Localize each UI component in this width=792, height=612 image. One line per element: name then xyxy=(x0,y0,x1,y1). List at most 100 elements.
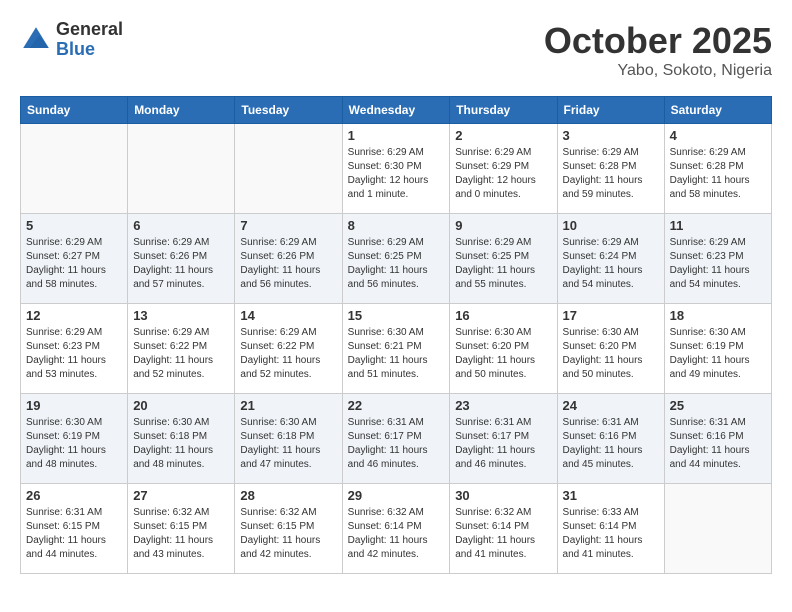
calendar-day-cell: 11 Sunrise: 6:29 AM Sunset: 6:23 PM Dayli… xyxy=(664,214,771,304)
calendar-week-row: 26Sunrise: 6:31 AM Sunset: 6:15 PM Dayli… xyxy=(21,484,772,574)
day-number: 1 xyxy=(348,128,445,143)
day-info: Sunrise: 6:29 AM Sunset: 6:27 PM Dayligh… xyxy=(26,236,122,292)
day-number: 22 xyxy=(348,398,445,413)
day-number: 17 xyxy=(563,308,659,323)
day-info: Sunrise: 6:31 AM Sunset: 6:17 PM Dayligh… xyxy=(455,416,551,472)
day-info: Sunrise: 6:29 AM Sunset: 6:25 PM Dayligh… xyxy=(455,236,551,292)
day-info: Sunrise: 6:29 AM Sunset: 6:29 PM Dayligh… xyxy=(455,146,551,202)
calendar-day-cell: 31 Sunrise: 6:33 AM Sunset: 6:14 PM Dayli… xyxy=(557,484,664,574)
day-number: 20 xyxy=(133,398,229,413)
calendar-day-cell: 5 Sunrise: 6:29 AM Sunset: 6:27 PM Daylig… xyxy=(21,214,128,304)
day-number: 21 xyxy=(240,398,336,413)
calendar-day-cell: 10 Sunrise: 6:29 AM Sunset: 6:24 PM Dayli… xyxy=(557,214,664,304)
day-info: Sunrise: 6:30 AM Sunset: 6:18 PM Dayligh… xyxy=(240,416,336,472)
day-number: 23 xyxy=(455,398,551,413)
weekday-header: Friday xyxy=(557,97,664,124)
weekday-header: Tuesday xyxy=(235,97,342,124)
calendar-day-cell: 6Sunrise: 6:29 AM Sunset: 6:26 PM Daylig… xyxy=(128,214,235,304)
calendar-day-cell: 19 Sunrise: 6:30 AM Sunset: 6:19 PM Dayli… xyxy=(21,394,128,484)
weekday-header: Sunday xyxy=(21,97,128,124)
calendar-day-cell: 14Sunrise: 6:29 AM Sunset: 6:22 PM Dayli… xyxy=(235,304,342,394)
weekday-header: Saturday xyxy=(664,97,771,124)
day-number: 30 xyxy=(455,488,551,503)
day-number: 16 xyxy=(455,308,551,323)
logo-text: General Blue xyxy=(56,20,123,60)
day-info: Sunrise: 6:30 AM Sunset: 6:20 PM Dayligh… xyxy=(563,326,659,382)
day-number: 2 xyxy=(455,128,551,143)
day-info: Sunrise: 6:29 AM Sunset: 6:24 PM Dayligh… xyxy=(563,236,659,292)
calendar-day-cell: 8Sunrise: 6:29 AM Sunset: 6:25 PM Daylig… xyxy=(342,214,450,304)
calendar-day-cell: 27Sunrise: 6:32 AM Sunset: 6:15 PM Dayli… xyxy=(128,484,235,574)
day-info: Sunrise: 6:31 AM Sunset: 6:17 PM Dayligh… xyxy=(348,416,445,472)
calendar-day-cell: 3 Sunrise: 6:29 AM Sunset: 6:28 PM Daylig… xyxy=(557,124,664,214)
calendar-day-cell xyxy=(664,484,771,574)
day-number: 24 xyxy=(563,398,659,413)
calendar-day-cell: 26Sunrise: 6:31 AM Sunset: 6:15 PM Dayli… xyxy=(21,484,128,574)
day-info: Sunrise: 6:31 AM Sunset: 6:16 PM Dayligh… xyxy=(563,416,659,472)
calendar-day-cell: 18Sunrise: 6:30 AM Sunset: 6:19 PM Dayli… xyxy=(664,304,771,394)
day-info: Sunrise: 6:30 AM Sunset: 6:21 PM Dayligh… xyxy=(348,326,445,382)
day-info: Sunrise: 6:29 AM Sunset: 6:26 PM Dayligh… xyxy=(133,236,229,292)
month-title: October 2025 xyxy=(544,20,772,62)
day-info: Sunrise: 6:29 AM Sunset: 6:23 PM Dayligh… xyxy=(670,236,766,292)
calendar-day-cell: 21 Sunrise: 6:30 AM Sunset: 6:18 PM Dayli… xyxy=(235,394,342,484)
calendar-day-cell: 17 Sunrise: 6:30 AM Sunset: 6:20 PM Dayli… xyxy=(557,304,664,394)
day-info: Sunrise: 6:29 AM Sunset: 6:28 PM Dayligh… xyxy=(563,146,659,202)
day-number: 9 xyxy=(455,218,551,233)
day-info: Sunrise: 6:32 AM Sunset: 6:14 PM Dayligh… xyxy=(348,506,445,562)
calendar-day-cell: 12Sunrise: 6:29 AM Sunset: 6:23 PM Dayli… xyxy=(21,304,128,394)
day-number: 31 xyxy=(563,488,659,503)
day-info: Sunrise: 6:29 AM Sunset: 6:23 PM Dayligh… xyxy=(26,326,122,382)
calendar-week-row: 19 Sunrise: 6:30 AM Sunset: 6:19 PM Dayli… xyxy=(21,394,772,484)
day-info: Sunrise: 6:30 AM Sunset: 6:18 PM Dayligh… xyxy=(133,416,229,472)
calendar-day-cell: 28 Sunrise: 6:32 AM Sunset: 6:15 PM Dayli… xyxy=(235,484,342,574)
calendar-day-cell: 2 Sunrise: 6:29 AM Sunset: 6:29 PM Daylig… xyxy=(450,124,557,214)
day-number: 10 xyxy=(563,218,659,233)
day-info: Sunrise: 6:29 AM Sunset: 6:30 PM Dayligh… xyxy=(348,146,445,202)
day-info: Sunrise: 6:30 AM Sunset: 6:20 PM Dayligh… xyxy=(455,326,551,382)
calendar-day-cell: 29Sunrise: 6:32 AM Sunset: 6:14 PM Dayli… xyxy=(342,484,450,574)
calendar-day-cell: 25Sunrise: 6:31 AM Sunset: 6:16 PM Dayli… xyxy=(664,394,771,484)
day-info: Sunrise: 6:32 AM Sunset: 6:15 PM Dayligh… xyxy=(240,506,336,562)
title-block: October 2025 Yabo, Sokoto, Nigeria xyxy=(544,20,772,80)
calendar-table: SundayMondayTuesdayWednesdayThursdayFrid… xyxy=(20,96,772,574)
calendar-day-cell: 9 Sunrise: 6:29 AM Sunset: 6:25 PM Daylig… xyxy=(450,214,557,304)
calendar-day-cell xyxy=(128,124,235,214)
calendar-day-cell: 15 Sunrise: 6:30 AM Sunset: 6:21 PM Dayli… xyxy=(342,304,450,394)
day-number: 5 xyxy=(26,218,122,233)
day-number: 14 xyxy=(240,308,336,323)
day-number: 19 xyxy=(26,398,122,413)
calendar-day-cell: 22 Sunrise: 6:31 AM Sunset: 6:17 PM Dayli… xyxy=(342,394,450,484)
day-number: 3 xyxy=(563,128,659,143)
weekday-header: Thursday xyxy=(450,97,557,124)
day-info: Sunrise: 6:29 AM Sunset: 6:26 PM Dayligh… xyxy=(240,236,336,292)
calendar-day-cell xyxy=(235,124,342,214)
calendar-day-cell: 20 Sunrise: 6:30 AM Sunset: 6:18 PM Dayli… xyxy=(128,394,235,484)
weekday-header: Monday xyxy=(128,97,235,124)
logo-blue: Blue xyxy=(56,39,95,59)
day-info: Sunrise: 6:31 AM Sunset: 6:15 PM Dayligh… xyxy=(26,506,122,562)
day-info: Sunrise: 6:29 AM Sunset: 6:22 PM Dayligh… xyxy=(133,326,229,382)
day-number: 28 xyxy=(240,488,336,503)
page-header: General Blue October 2025 Yabo, Sokoto, … xyxy=(20,20,772,80)
day-number: 15 xyxy=(348,308,445,323)
logo-icon xyxy=(20,24,52,56)
calendar-week-row: 5 Sunrise: 6:29 AM Sunset: 6:27 PM Daylig… xyxy=(21,214,772,304)
day-number: 8 xyxy=(348,218,445,233)
calendar-day-cell: 23 Sunrise: 6:31 AM Sunset: 6:17 PM Dayli… xyxy=(450,394,557,484)
day-number: 4 xyxy=(670,128,766,143)
day-number: 11 xyxy=(670,218,766,233)
day-info: Sunrise: 6:30 AM Sunset: 6:19 PM Dayligh… xyxy=(26,416,122,472)
day-info: Sunrise: 6:32 AM Sunset: 6:15 PM Dayligh… xyxy=(133,506,229,562)
logo-general: General xyxy=(56,19,123,39)
calendar-day-cell: 1 Sunrise: 6:29 AM Sunset: 6:30 PM Daylig… xyxy=(342,124,450,214)
calendar-day-cell: 30 Sunrise: 6:32 AM Sunset: 6:14 PM Dayli… xyxy=(450,484,557,574)
calendar-day-cell: 13Sunrise: 6:29 AM Sunset: 6:22 PM Dayli… xyxy=(128,304,235,394)
weekday-header: Wednesday xyxy=(342,97,450,124)
calendar-day-cell xyxy=(21,124,128,214)
day-info: Sunrise: 6:32 AM Sunset: 6:14 PM Dayligh… xyxy=(455,506,551,562)
day-info: Sunrise: 6:33 AM Sunset: 6:14 PM Dayligh… xyxy=(563,506,659,562)
logo: General Blue xyxy=(20,20,123,60)
day-number: 25 xyxy=(670,398,766,413)
day-number: 7 xyxy=(240,218,336,233)
